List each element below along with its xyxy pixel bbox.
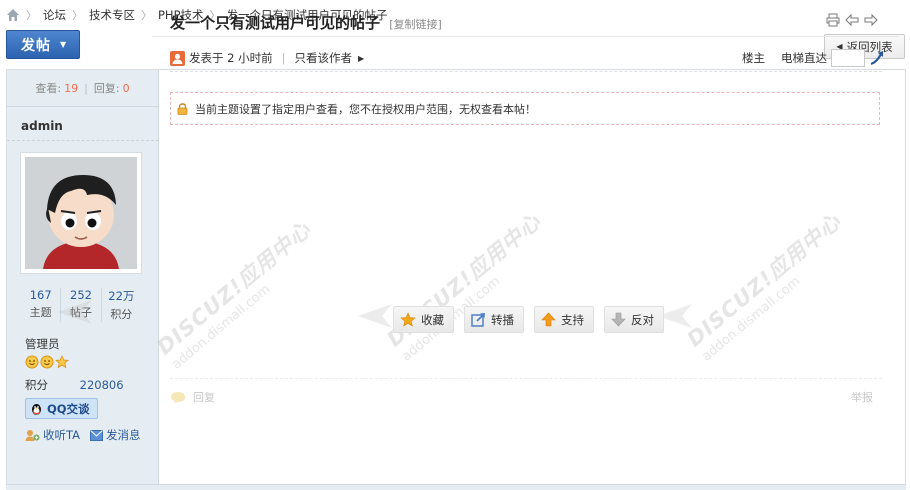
author-username[interactable]: admin	[21, 119, 63, 133]
count-credits-value: 22万	[108, 289, 135, 303]
thread-stats: 查看: 19 | 回复: 0	[7, 70, 158, 107]
online-user-icon	[170, 50, 185, 66]
floor-tools: 楼主 电梯直达	[742, 49, 887, 67]
favorite-label: 收藏	[421, 312, 444, 327]
author-credits: 积分 220806	[25, 377, 124, 393]
breadcrumb-separator: 〉	[72, 9, 83, 22]
reply-button[interactable]: 回复	[170, 389, 215, 405]
share-icon	[471, 313, 485, 327]
meta-divider-line	[170, 71, 882, 72]
author-sidebar: 查看: 19 | 回复: 0 admin 167 主题 252 帖子 22万 积…	[7, 70, 159, 490]
qq-penguin-icon	[32, 403, 41, 415]
copy-link-button[interactable]: [复制链接]	[389, 18, 442, 31]
new-post-label: 发帖	[21, 37, 51, 54]
next-thread-icon[interactable]	[864, 13, 878, 27]
author-counts: 167 主题 252 帖子 22万 积分	[21, 288, 141, 322]
follow-user-icon	[25, 429, 40, 441]
rank-icons	[25, 355, 69, 369]
thumbs-down-arrow-icon	[611, 312, 626, 327]
credits-value: 220806	[79, 378, 124, 392]
share-label: 转播	[491, 312, 514, 327]
reply-bubble-icon	[171, 391, 185, 403]
post-time: 发表于 2 小时前	[189, 51, 273, 65]
previous-thread-icon[interactable]	[845, 13, 859, 27]
count-threads-label: 主题	[29, 306, 52, 319]
send-message-button[interactable]: 发消息	[90, 427, 141, 443]
jump-to-floor-label: 电梯直达	[781, 51, 827, 65]
breadcrumb-item-tech[interactable]: 技术专区	[89, 7, 135, 23]
print-icon[interactable]	[826, 13, 840, 27]
count-posts-value: 252	[70, 288, 92, 302]
favorite-button[interactable]: 收藏	[393, 306, 454, 333]
thread-title-area: 发一个只有测试用户可见的帖子 [复制链接]	[170, 12, 442, 33]
restricted-notice: 当前主题设置了指定用户查看，您不在授权用户范围，无权查看本帖！	[170, 92, 880, 125]
breadcrumb-separator: 〉	[141, 9, 152, 22]
sun-rank-icon	[25, 355, 39, 369]
follow-button[interactable]: 收听TA	[25, 427, 80, 443]
post-meta: 发表于 2 小时前 | 只看该作者 ▶	[170, 50, 364, 66]
chevron-right-icon: ▶	[358, 53, 365, 63]
qq-chat-label: QQ交谈	[47, 401, 90, 416]
oppose-label: 反对	[631, 312, 654, 327]
report-button[interactable]: 举报	[851, 389, 873, 405]
count-threads-value: 167	[29, 288, 52, 302]
support-label: 支持	[561, 312, 584, 327]
jump-to-floor-input[interactable]	[831, 49, 865, 67]
footer-bar	[6, 484, 906, 490]
avatar[interactable]	[20, 152, 142, 274]
star-icon	[400, 312, 416, 327]
chevron-down-icon: ▼	[60, 40, 68, 49]
views-label: 查看:	[35, 82, 62, 95]
title-divider	[152, 36, 899, 37]
support-button[interactable]: 支持	[534, 306, 594, 333]
home-icon[interactable]	[6, 8, 20, 22]
count-credits-label: 积分	[110, 308, 133, 321]
oppose-button[interactable]: 反对	[604, 306, 664, 333]
lock-icon	[177, 102, 188, 115]
credits-label: 积分	[25, 378, 48, 392]
restricted-notice-text: 当前主题设置了指定用户查看，您不在授权用户范围，无权查看本帖！	[195, 102, 536, 116]
sidebar-divider	[7, 140, 159, 141]
replies-count: 0	[122, 81, 130, 95]
envelope-icon	[90, 429, 103, 441]
author-actions: 收听TA 发消息	[25, 427, 151, 443]
go-arrow-icon[interactable]	[869, 50, 887, 66]
user-role[interactable]: 管理员	[25, 336, 60, 352]
footer-divider	[170, 378, 882, 379]
post-actions: 收藏 转播 支持 反对	[393, 306, 664, 333]
views-count: 19	[64, 81, 79, 95]
thread-post: 查看: 19 | 回复: 0 admin 167 主题 252 帖子 22万 积…	[6, 69, 906, 490]
breadcrumb-item-forum[interactable]: 论坛	[43, 7, 66, 23]
replies-label: 回复:	[93, 82, 120, 95]
meta-divider: |	[281, 51, 286, 65]
avatar-cartoon-icon	[25, 157, 137, 269]
thumbs-up-arrow-icon	[541, 312, 556, 327]
new-post-button[interactable]: 发帖 ▼	[6, 30, 80, 59]
breadcrumb-separator: 〉	[26, 9, 37, 22]
sun-rank-icon	[40, 355, 54, 369]
only-author-link[interactable]: 只看该作者	[295, 50, 353, 66]
count-posts[interactable]: 252 帖子	[60, 288, 100, 322]
stats-divider: |	[84, 81, 88, 95]
star-rank-icon	[55, 355, 69, 369]
count-credits[interactable]: 22万 积分	[100, 288, 141, 322]
reply-label: 回复	[193, 391, 215, 404]
count-posts-label: 帖子	[69, 306, 92, 319]
follow-label: 收听TA	[43, 428, 80, 442]
floor-label: 楼主	[742, 51, 765, 65]
thread-tools	[826, 13, 878, 27]
qq-chat-button[interactable]: QQ交谈	[25, 398, 98, 419]
thread-title: 发一个只有测试用户可见的帖子	[170, 14, 381, 32]
share-button[interactable]: 转播	[464, 306, 524, 333]
count-threads[interactable]: 167 主题	[21, 288, 60, 322]
send-message-label: 发消息	[106, 428, 141, 442]
